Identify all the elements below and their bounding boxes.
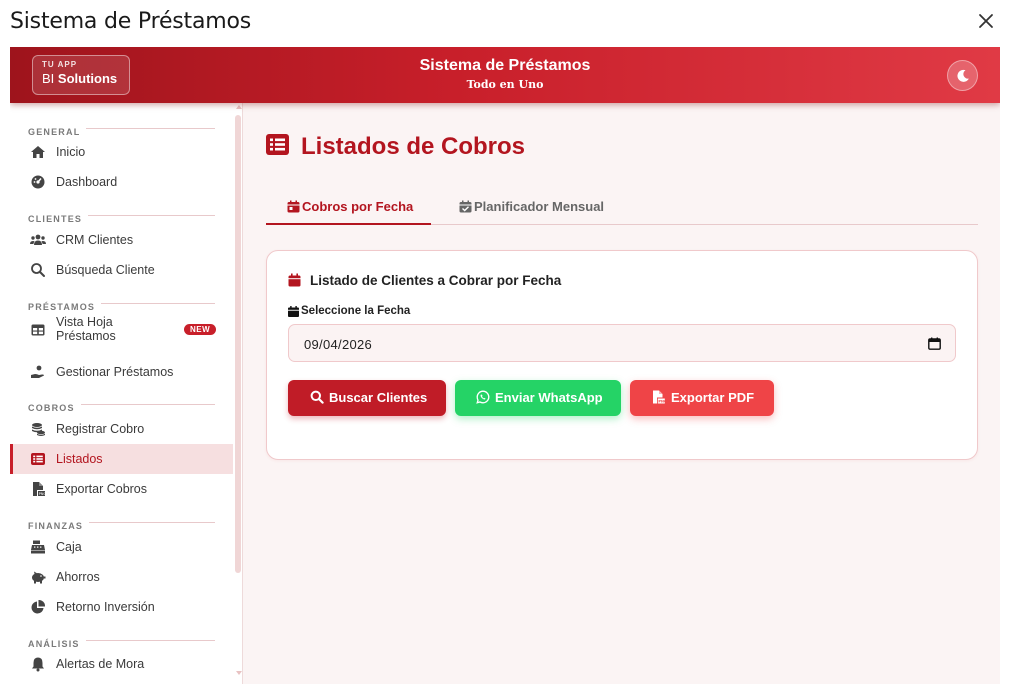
sidebar-item-label: Caja bbox=[56, 540, 82, 554]
tab-cobros-por-fecha[interactable]: Cobros por Fecha bbox=[266, 189, 431, 225]
whatsapp-icon bbox=[476, 390, 490, 404]
button-label: Exportar PDF bbox=[671, 390, 755, 405]
section-label: GENERAL bbox=[28, 127, 87, 137]
window-title-bar: Sistema de Préstamos bbox=[0, 0, 1017, 46]
sidebar-item-gestionar-prestamos[interactable]: Gestionar Préstamos bbox=[10, 357, 233, 387]
label-line-1: Vista Hoja bbox=[56, 315, 113, 329]
label-line-2: Préstamos bbox=[56, 329, 116, 343]
tab-planificador-mensual[interactable]: Planificador Mensual bbox=[459, 189, 609, 225]
sidebar-item-registrar-cobro[interactable]: Registrar Cobro bbox=[10, 414, 233, 444]
file-export-icon: PNG bbox=[33, 482, 46, 496]
close-icon[interactable] bbox=[975, 10, 997, 32]
button-label: Buscar Clientes bbox=[329, 390, 428, 405]
tab-bar: Cobros por Fecha Planificador Mensual bbox=[266, 189, 978, 225]
calendar-icon bbox=[288, 306, 299, 317]
main-content: Listados de Cobros Cobros por Fecha Plan… bbox=[244, 103, 1000, 684]
piggy-bank-icon bbox=[32, 571, 46, 584]
sidebar-item-label: Dashboard bbox=[56, 175, 118, 189]
sidebar-section-prestamos: PRÉSTAMOS bbox=[28, 297, 215, 312]
calendar-icon bbox=[288, 273, 301, 287]
sidebar-item-caja[interactable]: Caja bbox=[10, 532, 233, 562]
sidebar-item-label: Listados bbox=[56, 452, 103, 466]
sidebar-item-ahorros[interactable]: Ahorros bbox=[10, 562, 233, 592]
sidebar-item-crm-clientes[interactable]: CRM Clientes bbox=[10, 225, 233, 255]
calendar-day-icon bbox=[287, 200, 300, 213]
home-icon bbox=[31, 146, 45, 158]
section-label: CLIENTES bbox=[28, 214, 89, 224]
coins-icon bbox=[32, 423, 45, 436]
sidebar-item-listados[interactable]: Listados bbox=[10, 444, 233, 474]
new-badge: NEW bbox=[184, 324, 217, 335]
svg-text:PNG: PNG bbox=[39, 492, 46, 496]
scroll-up-arrow[interactable] bbox=[236, 105, 242, 109]
calendar-check-icon bbox=[459, 200, 472, 213]
sidebar-section-general: GENERAL bbox=[28, 122, 215, 137]
sidebar-item-vista-hoja-prestamos[interactable]: Vista Hoja Préstamos NEW bbox=[10, 313, 233, 347]
sidebar-item-label: CRM Clientes bbox=[56, 233, 134, 247]
sidebar-section-analisis: ANÁLISIS bbox=[28, 634, 215, 649]
svg-text:PNG: PNG bbox=[658, 399, 665, 403]
calendar-picker-icon[interactable] bbox=[928, 337, 941, 350]
header-subtitle: Todo en Uno bbox=[466, 78, 544, 91]
pie-chart-icon bbox=[31, 599, 46, 614]
section-label: FINANZAS bbox=[28, 521, 90, 531]
card-title: Listado de Clientes a Cobrar por Fecha bbox=[310, 273, 562, 288]
header-title-block: Sistema de Préstamos Todo en Uno bbox=[10, 57, 1000, 91]
header-title: Sistema de Préstamos bbox=[419, 57, 591, 74]
sidebar-item-label: Búsqueda Cliente bbox=[56, 263, 155, 277]
date-input[interactable]: 09/04/2026 bbox=[288, 324, 956, 362]
app-container: TU APP BI Solutions Sistema de Préstamos… bbox=[10, 47, 1000, 684]
cash-register-icon bbox=[31, 540, 45, 554]
export-pdf-button[interactable]: PNG Exportar PDF bbox=[630, 380, 774, 416]
bell-icon bbox=[32, 657, 44, 672]
section-label: ANÁLISIS bbox=[28, 639, 86, 649]
date-field-label: Seleccione la Fecha bbox=[301, 305, 411, 317]
theme-toggle-button[interactable] bbox=[947, 60, 978, 91]
date-value: 09/04/2026 bbox=[304, 337, 373, 352]
send-whatsapp-button[interactable]: Enviar WhatsApp bbox=[455, 380, 621, 416]
sidebar-item-label: Inicio bbox=[56, 145, 86, 159]
window-title: Sistema de Préstamos bbox=[10, 9, 251, 34]
list-icon bbox=[266, 134, 289, 155]
sidebar-item-busqueda-cliente[interactable]: Búsqueda Cliente bbox=[10, 255, 233, 285]
sidebar-item-retorno-inversion[interactable]: Retorno Inversión bbox=[10, 592, 233, 622]
sidebar-item-label: Registrar Cobro bbox=[56, 422, 145, 436]
scrollbar-thumb[interactable] bbox=[235, 115, 241, 573]
sidebar: GENERAL Inicio Dashboard CLIENTES CRM Cl… bbox=[10, 103, 243, 684]
sidebar-item-alertas-de-mora[interactable]: Alertas de Mora bbox=[10, 649, 233, 679]
sidebar-section-clientes: CLIENTES bbox=[28, 209, 215, 224]
tab-label: Cobros por Fecha bbox=[302, 199, 414, 214]
sidebar-item-exportar-cobros[interactable]: PNG Exportar Cobros bbox=[10, 474, 233, 504]
app-header: TU APP BI Solutions Sistema de Préstamos… bbox=[10, 47, 1000, 103]
search-icon bbox=[31, 263, 45, 277]
users-icon bbox=[30, 234, 46, 245]
sidebar-section-cobros: COBROS bbox=[28, 398, 215, 413]
file-pdf-icon: PNG bbox=[653, 390, 665, 404]
button-label: Enviar WhatsApp bbox=[495, 390, 603, 405]
sidebar-item-inicio[interactable]: Inicio bbox=[10, 137, 233, 167]
sidebar-item-dashboard[interactable]: Dashboard bbox=[10, 167, 233, 197]
sidebar-item-label: Ahorros bbox=[56, 570, 100, 584]
sidebar-item-label: Alertas de Mora bbox=[56, 657, 145, 671]
gauge-icon bbox=[31, 175, 45, 189]
sidebar-item-label: Vista Hoja Préstamos bbox=[56, 315, 116, 343]
page-title: Listados de Cobros bbox=[301, 133, 526, 160]
table-icon bbox=[31, 324, 45, 336]
list-icon bbox=[31, 453, 45, 465]
moon-icon bbox=[957, 69, 969, 82]
sidebar-scrollbar[interactable] bbox=[234, 103, 242, 684]
listado-card: Listado de Clientes a Cobrar por Fecha S… bbox=[266, 250, 978, 460]
hand-coin-icon bbox=[31, 365, 44, 378]
scroll-down-arrow[interactable] bbox=[236, 671, 242, 675]
sidebar-item-label: Retorno Inversión bbox=[56, 600, 155, 614]
sidebar-item-label: Exportar Cobros bbox=[56, 482, 148, 496]
tab-label: Planificador Mensual bbox=[474, 199, 605, 214]
section-label: PRÉSTAMOS bbox=[28, 302, 102, 312]
sidebar-item-label: Gestionar Préstamos bbox=[56, 365, 174, 379]
search-clients-button[interactable]: Buscar Clientes bbox=[288, 380, 446, 416]
sidebar-section-finanzas: FINANZAS bbox=[28, 516, 215, 531]
search-icon bbox=[310, 390, 324, 404]
section-label: COBROS bbox=[28, 403, 81, 413]
